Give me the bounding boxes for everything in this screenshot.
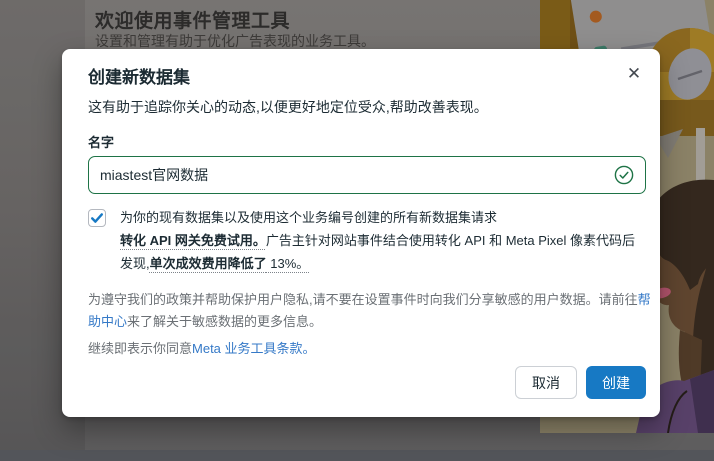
- dialog-footer: 取消 创建: [515, 366, 646, 399]
- inline-link[interactable]: Meta 业务工具条款。: [192, 341, 316, 356]
- terms-agreement-text: 继续即表示你同意Meta 业务工具条款。: [88, 341, 316, 356]
- cancel-button[interactable]: 取消: [515, 366, 577, 399]
- dialog-title: 创建新数据集: [88, 68, 190, 87]
- dialog-description: 这有助于追踪你关心的动态,以便更好地定位受众,帮助改善表现。: [88, 99, 488, 115]
- gateway-trial-checkbox[interactable]: [88, 209, 106, 227]
- background-page-title: 欢迎使用事件管理工具: [95, 11, 291, 32]
- name-field-label: 名字: [88, 135, 115, 150]
- create-dataset-dialog: 创建新数据集 ✕ 这有助于追踪你关心的动态,以便更好地定位受众,帮助改善表现。 …: [62, 49, 660, 417]
- create-button[interactable]: 创建: [586, 366, 646, 399]
- sensitive-data-policy-text: 为遵守我们的政策并帮助保护用户隐私,请不要在设置事件时向我们分享敏感的用户数据。…: [88, 292, 651, 329]
- close-icon[interactable]: ✕: [620, 59, 648, 87]
- gateway-trial-checkbox-label: 为你的现有数据集以及使用这个业务编号创建的所有新数据集请求 转化 API 网关免费…: [120, 210, 635, 271]
- background-page-subtitle: 设置和管理有助于优化广告表现的业务工具。: [95, 33, 375, 49]
- valid-check-icon: [614, 165, 634, 185]
- dataset-name-input[interactable]: [88, 156, 646, 194]
- background-bottom-bar: [0, 450, 714, 461]
- checkbox-check-icon: [91, 213, 103, 223]
